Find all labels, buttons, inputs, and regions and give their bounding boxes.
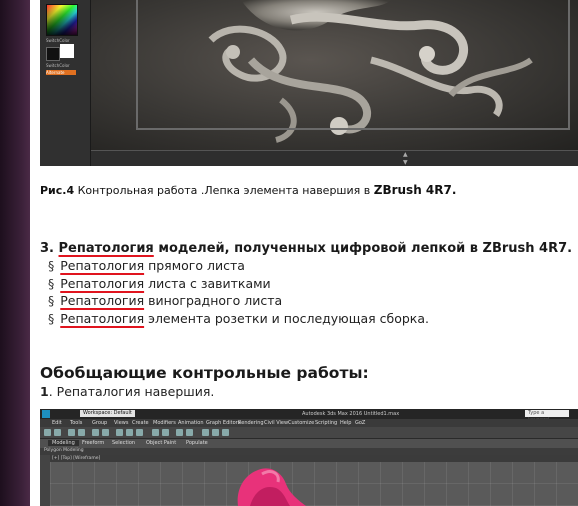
pink-model-shape — [237, 468, 306, 506]
rotate-icon — [126, 429, 133, 436]
list-item-keyword[interactable]: Репатология — [60, 311, 144, 326]
bullet-icon: § — [48, 275, 55, 291]
expand-down-arrow-icon[interactable]: ▼ — [403, 159, 408, 166]
caption-text: Контрольная работа .Лепка элемента навер… — [77, 184, 371, 197]
section-3-title: 3. Репатология моделей, полученных цифро… — [40, 241, 572, 256]
ribbon-tab-object-paint: Object Paint — [146, 440, 177, 446]
max-viewport — [50, 462, 578, 506]
keyword-search: Type a keyword — [525, 410, 569, 423]
zbrush-bottom-bar: ▲ ▼ — [91, 150, 578, 166]
list-item: § Репатология прямого листа — [48, 258, 429, 276]
scale-icon — [136, 429, 143, 436]
max-logo-icon — [42, 410, 50, 418]
color-picker — [46, 4, 78, 36]
mirror-icon — [176, 429, 183, 436]
list-item: § Репатология виноградного листа — [48, 293, 429, 311]
menu-item: GoZ — [355, 420, 366, 426]
material-editor-icon — [202, 429, 209, 436]
section-title-rest: моделей, полученных цифровой лепкой в ZB… — [158, 241, 573, 256]
select-icon — [92, 429, 99, 436]
menu-item: Graph Editors — [206, 420, 241, 426]
max-main-toolbar — [40, 427, 578, 439]
left-background-rail — [0, 0, 30, 506]
menu-item: Scripting — [315, 420, 338, 426]
swatch-label: SwitchColor — [46, 38, 70, 43]
ribbon-tab-selection: Selection — [112, 440, 136, 446]
zbrush-color-panel: SwitchColor SwitchColor Alternate — [40, 0, 91, 166]
list-item: § Репатология элемента розетки и последую… — [48, 311, 429, 329]
generalized-works-heading: Обобщающие контрольные работы: — [40, 364, 369, 382]
list-item: § Репатология листа с завитками — [48, 276, 429, 294]
menu-item: Tools — [70, 420, 83, 426]
ribbon-tab-freeform: Freeform — [82, 440, 105, 446]
max-ribbon-tabs: Modeling Freeform Selection Object Paint… — [40, 439, 578, 448]
zbrush-screenshot: SwitchColor SwitchColor Alternate ▲ ▼ — [40, 0, 578, 166]
article-page: SwitchColor SwitchColor Alternate ▲ ▼ Ри… — [30, 0, 578, 506]
polygon-modeling-bar: Polygon Modeling — [40, 448, 578, 455]
bullet-icon: § — [48, 293, 55, 308]
bullet-icon: § — [48, 310, 55, 326]
align-icon — [186, 429, 193, 436]
list-item-keyword[interactable]: Репатология — [60, 293, 144, 308]
generalized-item-1: 1. Репаталогия навершия. — [40, 384, 214, 399]
ribbon-tab-modeling: Modeling — [48, 440, 79, 446]
unlink-icon — [78, 429, 85, 436]
app-title: Autodesk 3ds Max 2016 Untitled1.max — [302, 411, 400, 417]
secondary-color-swatch — [46, 47, 60, 61]
list-item-text: листа с завитками — [148, 275, 271, 291]
list-item-keyword[interactable]: Репатология — [60, 276, 144, 291]
undo-icon — [44, 429, 51, 436]
menu-item: Animation — [178, 420, 204, 426]
max-left-toolbar — [40, 455, 50, 506]
max-screenshot: Workspace: Default Autodesk 3ds Max 2016… — [40, 409, 578, 506]
caption-label: Рис.4 — [40, 184, 75, 197]
render-icon — [222, 429, 229, 436]
list-item-text: прямого листа — [148, 258, 245, 273]
list-item-keyword[interactable]: Репатология — [60, 258, 144, 273]
select-region-icon — [102, 429, 109, 436]
menu-item: Edit — [52, 420, 62, 426]
zbrush-viewport — [91, 0, 578, 150]
menu-item: Civil View — [264, 420, 289, 426]
move-icon — [116, 429, 123, 436]
menu-item: Create — [132, 420, 149, 426]
angle-snap-icon — [162, 429, 169, 436]
caption-program: ZBrush 4R7. — [373, 183, 457, 197]
link-icon — [68, 429, 75, 436]
redo-icon — [54, 429, 61, 436]
section-number: 3. — [40, 241, 54, 256]
max-menu-bar: Edit Tools Group Views Create Modifiers … — [40, 419, 578, 427]
list-item-text: виноградного листа — [148, 293, 283, 308]
menu-item: Help — [340, 420, 352, 426]
polygon-modeling-label: Polygon Modeling — [44, 448, 84, 453]
viewport-label: [+] [Top] [Wireframe] — [52, 456, 101, 461]
list-item-text: элемента розетки и последующая сборка. — [148, 310, 429, 326]
menu-item: Group — [92, 420, 108, 426]
menu-item: Modifiers — [153, 420, 176, 426]
snap-icon — [152, 429, 159, 436]
switch-color-label: SwitchColor — [46, 63, 70, 68]
alternate-button: Alternate — [46, 70, 76, 75]
section-title-keyword[interactable]: Репатология — [59, 241, 154, 256]
menu-item: Customize — [288, 420, 315, 426]
item-number: 1 — [40, 384, 49, 399]
menu-item: Views — [114, 420, 129, 426]
ribbon-tab-populate: Populate — [186, 440, 208, 446]
figure-caption: Рис.4 Контрольная работа .Лепка элемента… — [40, 183, 456, 197]
item-text: . Репаталогия навершия. — [48, 384, 215, 399]
section-3-list: § Репатология прямого листа § Репатология … — [48, 258, 429, 328]
max-title-bar: Workspace: Default Autodesk 3ds Max 2016… — [40, 409, 578, 423]
bullet-icon: § — [48, 258, 55, 273]
render-setup-icon — [212, 429, 219, 436]
main-color-swatch — [60, 44, 74, 58]
workspace-selector: Workspace: Default — [80, 410, 135, 417]
expand-up-arrow-icon[interactable]: ▲ — [403, 151, 408, 158]
menu-item: Rendering — [238, 420, 264, 426]
zbrush-canvas-frame — [136, 0, 570, 130]
